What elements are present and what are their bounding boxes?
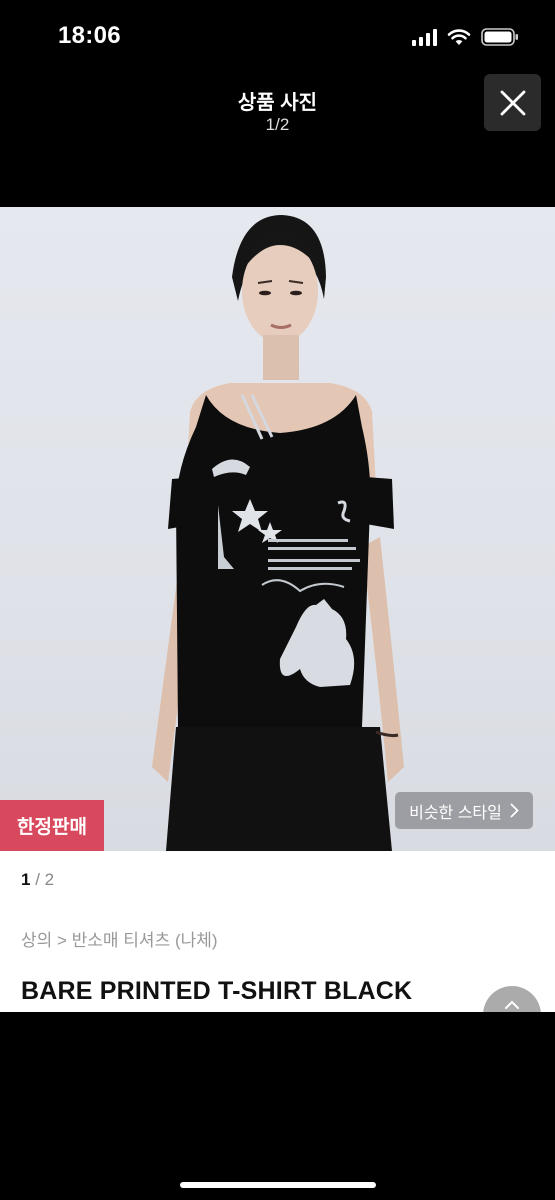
page-title: 상품 사진 (237, 92, 318, 114)
status-time: 18:06 (58, 22, 121, 49)
status-bar: 18:06 (0, 0, 555, 74)
pager-total: / 2 (30, 870, 55, 889)
close-button[interactable] (484, 74, 541, 131)
status-icons (412, 26, 519, 48)
similar-style-label: 비슷한 스타일 (409, 804, 502, 822)
image-pager: 1 / 2 (21, 870, 54, 890)
photo-counter: 1/2 (265, 115, 290, 134)
chevron-right-icon (510, 803, 519, 818)
similar-style-button[interactable]: 비슷한 스타일 (395, 792, 533, 829)
category-breadcrumb[interactable]: 상의 > 반소매 티셔츠 (나체) (21, 926, 218, 951)
model-illustration (152, 215, 404, 851)
scroll-top-button[interactable] (483, 986, 541, 1012)
product-photo[interactable] (0, 207, 555, 851)
product-info: 1 / 2 상의 > 반소매 티셔츠 (나체) BARE PRINTED T-S… (0, 851, 555, 1012)
battery-icon (481, 28, 518, 46)
close-icon (500, 90, 525, 115)
wifi-icon (447, 29, 471, 45)
limited-sale-badge: 한정판매 (0, 800, 104, 851)
chevron-up-icon (505, 1000, 519, 1009)
signal-icon (412, 28, 437, 46)
product-name: BARE PRINTED T-SHIRT BLACK (21, 977, 413, 1005)
photo-viewer-header: 상품 사진 1/2 (0, 74, 555, 207)
home-indicator[interactable] (180, 1182, 376, 1188)
